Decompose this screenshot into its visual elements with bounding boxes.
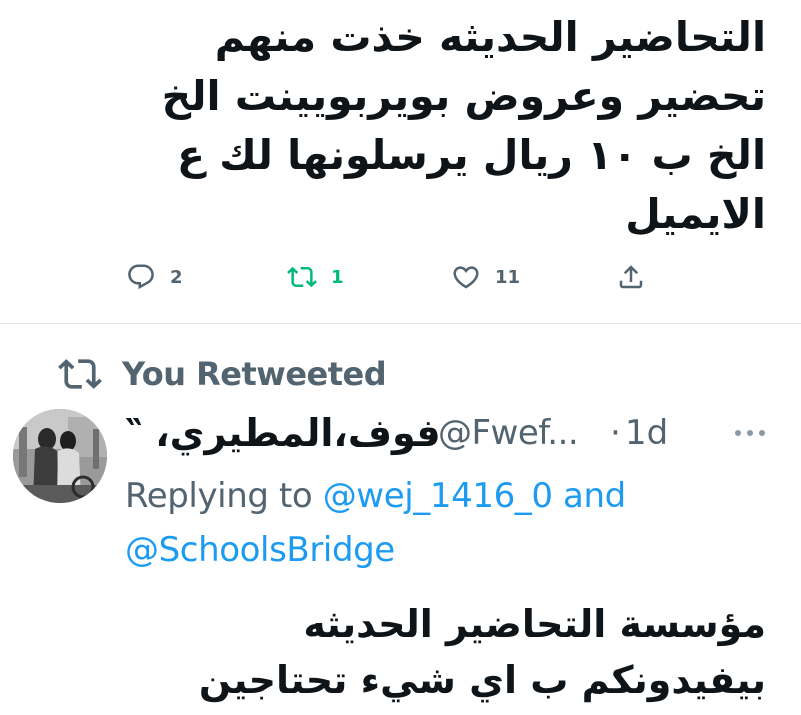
reply-count: 2 (170, 266, 183, 288)
tweet-divider (0, 323, 801, 324)
retweet-icon (58, 359, 102, 389)
user-handle[interactable]: @Fwef... (438, 408, 579, 458)
replying-prefix: Replying to (125, 476, 323, 516)
more-dots-icon (735, 430, 765, 436)
replying-to: Replying to @wej_1416_0 and @SchoolsBridg… (125, 469, 785, 577)
display-name[interactable]: فوف،المطيري، ‶ (125, 408, 441, 458)
reply-icon (128, 264, 154, 290)
tweet-header: فوف،المطيري، ‶ @Fwef... · 1d (125, 408, 685, 458)
like-count: 11 (495, 266, 521, 288)
retweet-count: 1 (331, 266, 344, 288)
tweet-timestamp[interactable]: 1d (625, 408, 668, 458)
tweet-action-bar: 2 1 11 (0, 257, 801, 297)
avatar[interactable] (13, 409, 107, 503)
share-button[interactable] (616, 257, 646, 297)
and-connector: and (552, 476, 626, 516)
tweet-text: مؤسسة التحاضير الحديثه بيفيدونكم ب اي شي… (198, 602, 766, 702)
retweet-icon (287, 266, 317, 288)
mention-link[interactable]: @wej_1416_0 (323, 476, 553, 516)
retweet-context-label: You Retweeted (122, 355, 387, 393)
heart-icon (453, 266, 479, 289)
like-button[interactable]: 11 (451, 257, 520, 297)
avatar-photo-icon (13, 409, 107, 503)
retweet-context: You Retweeted (58, 352, 387, 396)
mention-link[interactable]: @SchoolsBridge (125, 530, 395, 570)
share-icon (619, 265, 643, 289)
more-options-button[interactable] (728, 418, 772, 448)
reply-button[interactable]: 2 (126, 257, 183, 297)
tweet-text: التحاضير الحديثه خذت منهم تحضير وعروض بو… (161, 13, 766, 238)
retweet-button[interactable]: 1 (287, 257, 344, 297)
separator-dot: · (610, 413, 621, 453)
